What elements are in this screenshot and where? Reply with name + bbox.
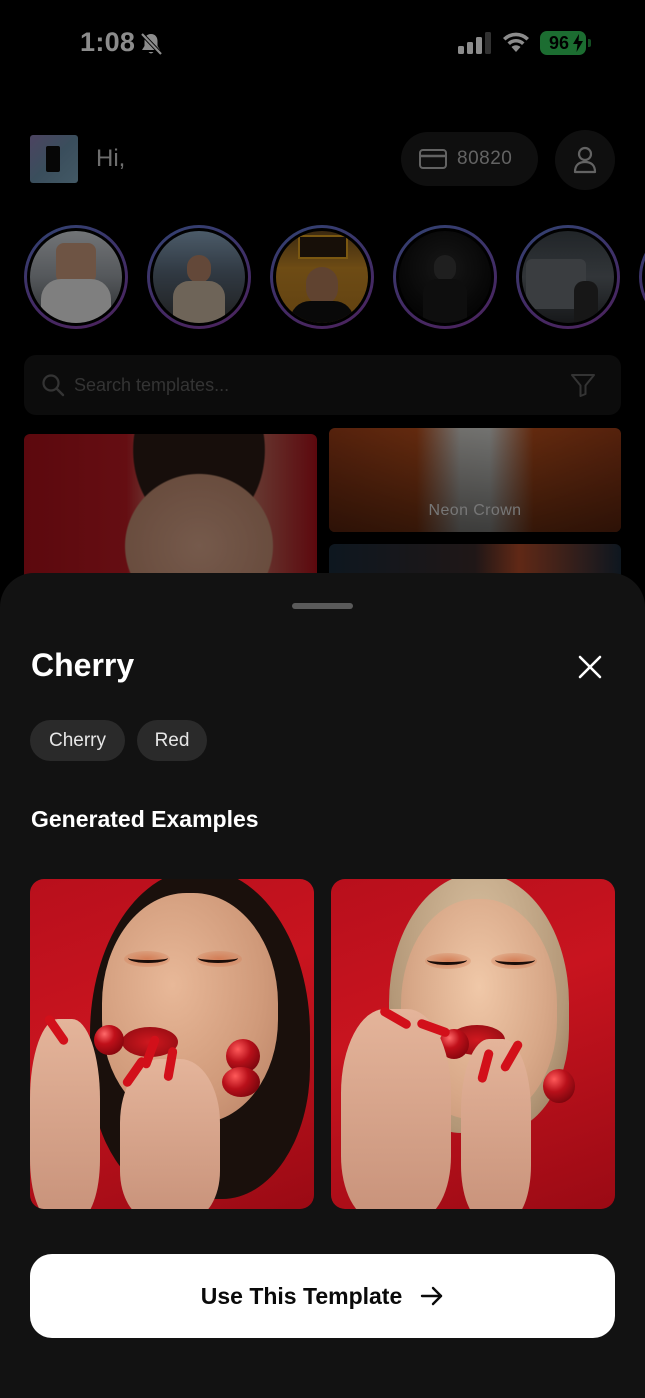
section-title: Generated Examples (31, 806, 259, 832)
example-image-2[interactable] (331, 879, 615, 1209)
example-image-1[interactable] (30, 879, 314, 1209)
close-button[interactable] (572, 649, 608, 685)
close-icon (578, 655, 602, 679)
tag-chip[interactable]: Red (137, 720, 207, 761)
sheet-title: Cherry (31, 647, 135, 683)
tag-chip[interactable]: Cherry (30, 720, 125, 761)
use-template-button[interactable]: Use This Template (30, 1254, 615, 1338)
use-template-label: Use This Template (200, 1282, 403, 1309)
template-detail-sheet: Cherry Cherry Red Generated Examples Use… (0, 573, 645, 1398)
arrow-right-icon (421, 1286, 443, 1306)
sheet-grabber[interactable] (292, 603, 353, 609)
